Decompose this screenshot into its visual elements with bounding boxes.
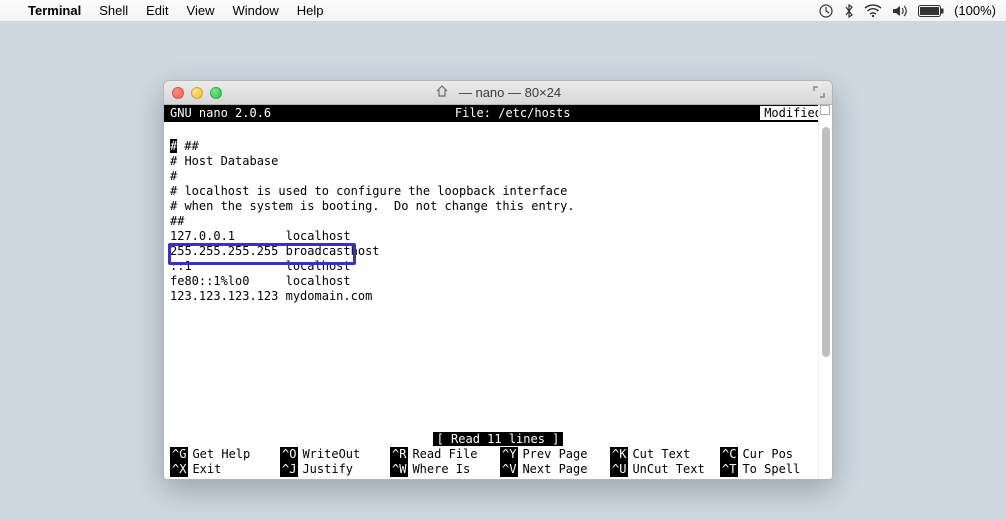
nano-title-bar: GNU nano 2.0.6 File: /etc/hosts Modified <box>164 105 832 122</box>
menubar-item-window[interactable]: Window <box>233 3 279 18</box>
nano-line: # when the system is booting. Do not cha… <box>170 199 575 213</box>
battery-icon[interactable] <box>918 5 944 17</box>
cursor: # <box>170 139 177 153</box>
nano-help-item: ^WWhere Is <box>390 462 496 477</box>
menubar-item-view[interactable]: View <box>187 3 215 18</box>
nano-body[interactable]: # ## # Host Database # # localhost is us… <box>164 122 832 432</box>
minimize-button[interactable] <box>191 87 203 99</box>
timemachine-icon[interactable] <box>818 3 834 19</box>
nano-help-bar: ^GGet Help ^OWriteOut ^RRead File ^YPrev… <box>164 447 832 479</box>
nano-line: # <box>170 169 177 183</box>
nano-help-item: ^OWriteOut <box>280 447 386 462</box>
nano-help-item: ^CCur Pos <box>720 447 826 462</box>
battery-percent: (100%) <box>954 3 996 18</box>
window-titlebar[interactable]: — nano — 80×24 <box>164 81 832 105</box>
nano-line: # localhost is used to configure the loo… <box>170 184 567 198</box>
scroll-marker-icon <box>820 105 830 115</box>
wifi-icon[interactable] <box>864 4 882 18</box>
nano-help-item: ^XExit <box>170 462 276 477</box>
nano-status-bar: [ Read 11 lines ] <box>164 432 832 447</box>
volume-icon[interactable] <box>892 4 908 18</box>
nano-line: 255.255.255.255 broadcasthost <box>170 244 380 258</box>
zoom-button[interactable] <box>210 87 222 99</box>
nano-line: # ## <box>170 139 199 153</box>
window-title: — nano — 80×24 <box>459 85 561 100</box>
menubar: Terminal Shell Edit View Window Help (10… <box>0 0 1006 22</box>
scrollbar[interactable] <box>818 105 832 479</box>
nano-line: # Host Database <box>170 154 278 168</box>
nano-file-label: File: /etc/hosts <box>271 106 754 121</box>
nano-help-item: ^JJustify <box>280 462 386 477</box>
nano-version: GNU nano 2.0.6 <box>170 106 271 121</box>
nano-help-item: ^KCut Text <box>610 447 716 462</box>
nano-help-item: ^YPrev Page <box>500 447 606 462</box>
terminal-window: — nano — 80×24 GNU nano 2.0.6 File: /etc… <box>163 80 833 480</box>
nano-line: 123.123.123.123 mydomain.com <box>170 289 372 303</box>
nano-help-item: ^TTo Spell <box>720 462 826 477</box>
home-icon[interactable] <box>435 84 449 101</box>
nano-line: 127.0.0.1 localhost <box>170 229 351 243</box>
bluetooth-icon[interactable] <box>844 3 854 19</box>
nano-modified-flag: Modified <box>760 106 826 120</box>
nano-line: ::1 localhost <box>170 259 351 273</box>
menubar-item-shell[interactable]: Shell <box>99 3 128 18</box>
scrollbar-thumb[interactable] <box>822 127 830 357</box>
nano-help-item: ^VNext Page <box>500 462 606 477</box>
nano-status-text: [ Read 11 lines ] <box>433 432 564 446</box>
nano-line: ## <box>170 214 184 228</box>
menubar-item-edit[interactable]: Edit <box>146 3 168 18</box>
close-button[interactable] <box>172 87 184 99</box>
nano-help-item: ^UUnCut Text <box>610 462 716 477</box>
nano-line: fe80::1%lo0 localhost <box>170 274 351 288</box>
terminal-content[interactable]: GNU nano 2.0.6 File: /etc/hosts Modified… <box>164 105 832 479</box>
nano-help-item: ^RRead File <box>390 447 496 462</box>
fullscreen-icon[interactable] <box>812 85 826 102</box>
nano-help-item: ^GGet Help <box>170 447 276 462</box>
menubar-item-help[interactable]: Help <box>297 3 324 18</box>
menubar-app-name[interactable]: Terminal <box>28 3 81 18</box>
